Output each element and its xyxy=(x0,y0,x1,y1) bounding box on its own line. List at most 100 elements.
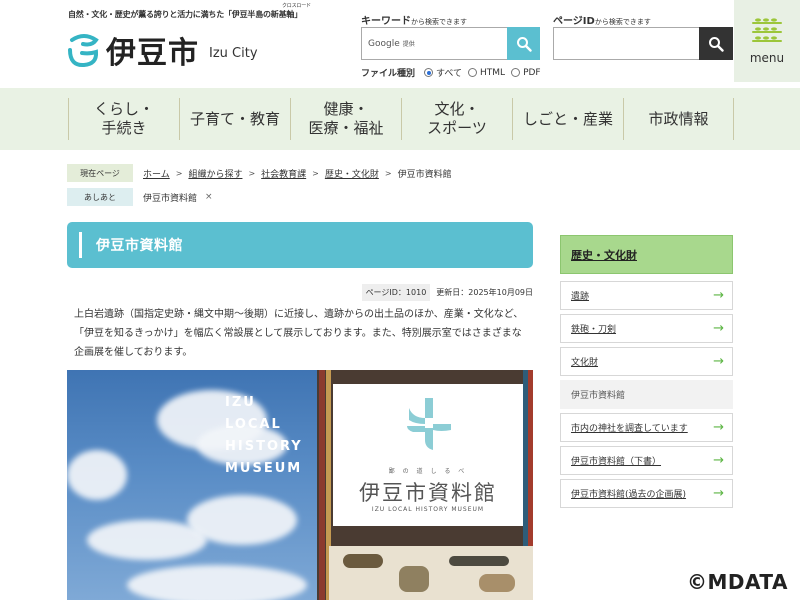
filetype-option-all: すべて xyxy=(436,69,463,79)
google-branding: Google 提供 xyxy=(368,39,415,49)
nav-label: 市政情報 xyxy=(648,109,709,128)
arrow-right-icon: → xyxy=(713,453,724,468)
sidebar-item-museum-current: 伊豆市資料館 xyxy=(560,380,733,409)
cloud-shape xyxy=(127,565,307,600)
menu-button[interactable]: menu xyxy=(734,0,800,82)
izu-logo-icon xyxy=(68,34,99,68)
filetype-radio-html[interactable] xyxy=(468,68,478,77)
copyright-watermark: ©MDATA xyxy=(687,570,788,594)
updated-date: 更新日：2025年10月09日 xyxy=(436,288,533,297)
sidebar-heading[interactable]: 歴史・文化財 xyxy=(560,235,733,274)
nav-label: くらし・ 手続き xyxy=(93,100,154,137)
sidebar-heading-label: 歴史・文化財 xyxy=(571,248,637,262)
nav-label: 健康・ 医療・福祉 xyxy=(308,100,384,137)
filetype-option-pdf: PDF xyxy=(523,67,541,78)
artifact-shape xyxy=(449,556,509,566)
breadcrumb-separator-icon: > xyxy=(384,168,392,178)
artifact-shape xyxy=(343,554,383,568)
sidebar-item-museum-draft[interactable]: 伊豆市資料館（下書） → xyxy=(560,446,733,475)
close-icon[interactable]: × xyxy=(205,192,213,202)
filetype-selector: ファイル種別 すべて HTML PDF xyxy=(361,66,541,80)
arrow-right-icon: → xyxy=(713,420,724,435)
breadcrumb-home[interactable]: ホーム xyxy=(143,167,170,180)
page-id: ページID：1010 xyxy=(361,284,431,301)
nav-item-business[interactable]: しごと・産業 xyxy=(512,98,623,140)
search-icon xyxy=(516,36,532,52)
sidebar-item-label: 文化財 xyxy=(571,358,599,368)
logo-text-jp: 伊豆市 xyxy=(106,36,199,71)
tagline-text: 自然・文化・歴史が薫る誇りと活力に満ちた「伊豆半島の新基軸」 xyxy=(68,10,302,19)
sidebar-item-label: 市内の神社を調査しています xyxy=(571,424,688,434)
breadcrumb: 現在ページ ホーム > 組織から探す > 社会教育課 > 歴史・文化財 > 伊豆… xyxy=(67,164,452,182)
book-spine xyxy=(319,370,325,600)
site-logo[interactable]: 伊豆市 Izu City xyxy=(66,28,258,72)
filetype-label: ファイル種別 xyxy=(361,69,416,79)
museum-logo-card: 鄙 の 道 し る べ 伊豆市資料館 IZU LOCAL HISTORY MUS… xyxy=(333,384,523,526)
tagline-ruby: クロスロード xyxy=(282,3,311,9)
card-subtitle: 鄙 の 道 し る べ xyxy=(388,468,468,475)
sidebar-item-label: 鉄砲・刀剣 xyxy=(571,325,617,335)
card-title-jp: 伊豆市資料館 xyxy=(359,481,497,505)
history-trail: あしあと 伊豆市資料館 × xyxy=(67,188,213,206)
keyword-search-button[interactable] xyxy=(507,27,540,60)
sidebar-item-cultural-assets[interactable]: 文化財 → xyxy=(560,347,733,376)
arrow-right-icon: → xyxy=(713,321,724,336)
cloud-shape xyxy=(187,495,297,545)
pageid-search-button[interactable] xyxy=(699,27,733,60)
nav-item-health[interactable]: 健康・ 医療・福祉 xyxy=(290,98,401,140)
sidebar-item-ruins[interactable]: 遺跡 → xyxy=(560,281,733,310)
breadcrumb-separator-icon: > xyxy=(312,168,319,178)
breadcrumb-separator-icon: > xyxy=(248,168,256,178)
pageid-label-text: ページID xyxy=(553,16,595,27)
sidebar-item-label: 伊豆市資料館 xyxy=(571,391,626,401)
breadcrumb-label: 現在ページ xyxy=(67,164,133,182)
nav-item-living[interactable]: くらし・ 手続き xyxy=(68,98,179,140)
nav-label: しごと・産業 xyxy=(522,109,613,128)
sidebar-item-guns-swords[interactable]: 鉄砲・刀剣 → xyxy=(560,314,733,343)
page-meta: ページID：1010 更新日：2025年10月09日 xyxy=(361,284,533,301)
search-icon xyxy=(709,36,724,52)
arrow-right-icon: → xyxy=(713,288,724,303)
filetype-radio-pdf[interactable] xyxy=(511,68,521,77)
nav-item-childcare[interactable]: 子育て・教育 xyxy=(179,98,290,140)
pageid-label-note: から検索できます xyxy=(594,18,651,26)
keyword-search-label: キーワードから検索できます xyxy=(361,12,467,27)
breadcrumb-current: 伊豆市資料館 xyxy=(397,169,452,180)
keyword-label-note: から検索できます xyxy=(411,18,467,26)
hero-line: IZU xyxy=(225,395,256,410)
sidebar-menu: 遺跡 → 鉄砲・刀剣 → 文化財 → 伊豆市資料館 市内の神社を調査しています → 伊豆… xyxy=(560,281,733,512)
sidebar-item-label: 遺跡 xyxy=(571,292,590,302)
site-header: 自然・文化・歴史が薫る誇りと活力に満ちた「伊豆半島の新基軸」 クロスロード 伊豆… xyxy=(0,0,800,88)
pageid-search-label: ページIDから検索できます xyxy=(553,12,651,27)
history-trail-label: あしあと xyxy=(67,188,133,206)
google-sub: 提供 xyxy=(402,40,415,48)
sidebar-item-label: 伊豆市資料館(過去の企画展) xyxy=(571,490,687,500)
global-nav: くらし・ 手続き 子育て・教育 健康・ 医療・福祉 文化・ スポーツ しごと・産… xyxy=(0,88,800,150)
breadcrumb-category[interactable]: 歴史・文化財 xyxy=(325,167,379,180)
page-title-bar: 伊豆市資料館 xyxy=(67,222,533,268)
intro-text: 上白岩遺跡（国指定史跡・縄文中期〜後期）に近接し、遺跡からの出土品のほか、産業・… xyxy=(74,309,524,358)
google-label: Google xyxy=(368,38,400,49)
filetype-radio-all[interactable] xyxy=(424,68,434,77)
menu-label: menu xyxy=(749,51,785,65)
sidebar-item-shrines[interactable]: 市内の神社を調査しています → xyxy=(560,413,733,442)
history-trail-item[interactable]: 伊豆市資料館 xyxy=(143,191,197,204)
hero-line: LOCAL xyxy=(225,417,282,432)
menu-leaves-icon xyxy=(752,18,782,42)
pageid-search-input[interactable] xyxy=(553,27,699,60)
nav-label: 子育て・教育 xyxy=(189,109,280,128)
sidebar-item-past-exhibits[interactable]: 伊豆市資料館(過去の企画展) → xyxy=(560,479,733,508)
keyword-search-input[interactable]: Google 提供 xyxy=(361,27,507,60)
logo-text-en: Izu City xyxy=(209,45,258,61)
museum-logo-icon xyxy=(407,398,451,450)
page-title: 伊豆市資料館 xyxy=(96,238,183,254)
site-tagline: 自然・文化・歴史が薫る誇りと活力に満ちた「伊豆半島の新基軸」 クロスロード xyxy=(68,3,311,20)
breadcrumb-org[interactable]: 組織から探す xyxy=(188,167,242,180)
breadcrumb-separator-icon: > xyxy=(175,168,183,178)
nav-item-government[interactable]: 市政情報 xyxy=(623,98,734,140)
museum-hero-image: IZU LOCAL HISTORY MUSEUM 鄙 の 道 し る べ 伊豆市… xyxy=(67,370,533,600)
hero-line: MUSEUM xyxy=(225,461,303,476)
nav-item-culture[interactable]: 文化・ スポーツ xyxy=(401,98,512,140)
filetype-option-html: HTML xyxy=(480,67,506,78)
breadcrumb-section[interactable]: 社会教育課 xyxy=(261,167,306,180)
